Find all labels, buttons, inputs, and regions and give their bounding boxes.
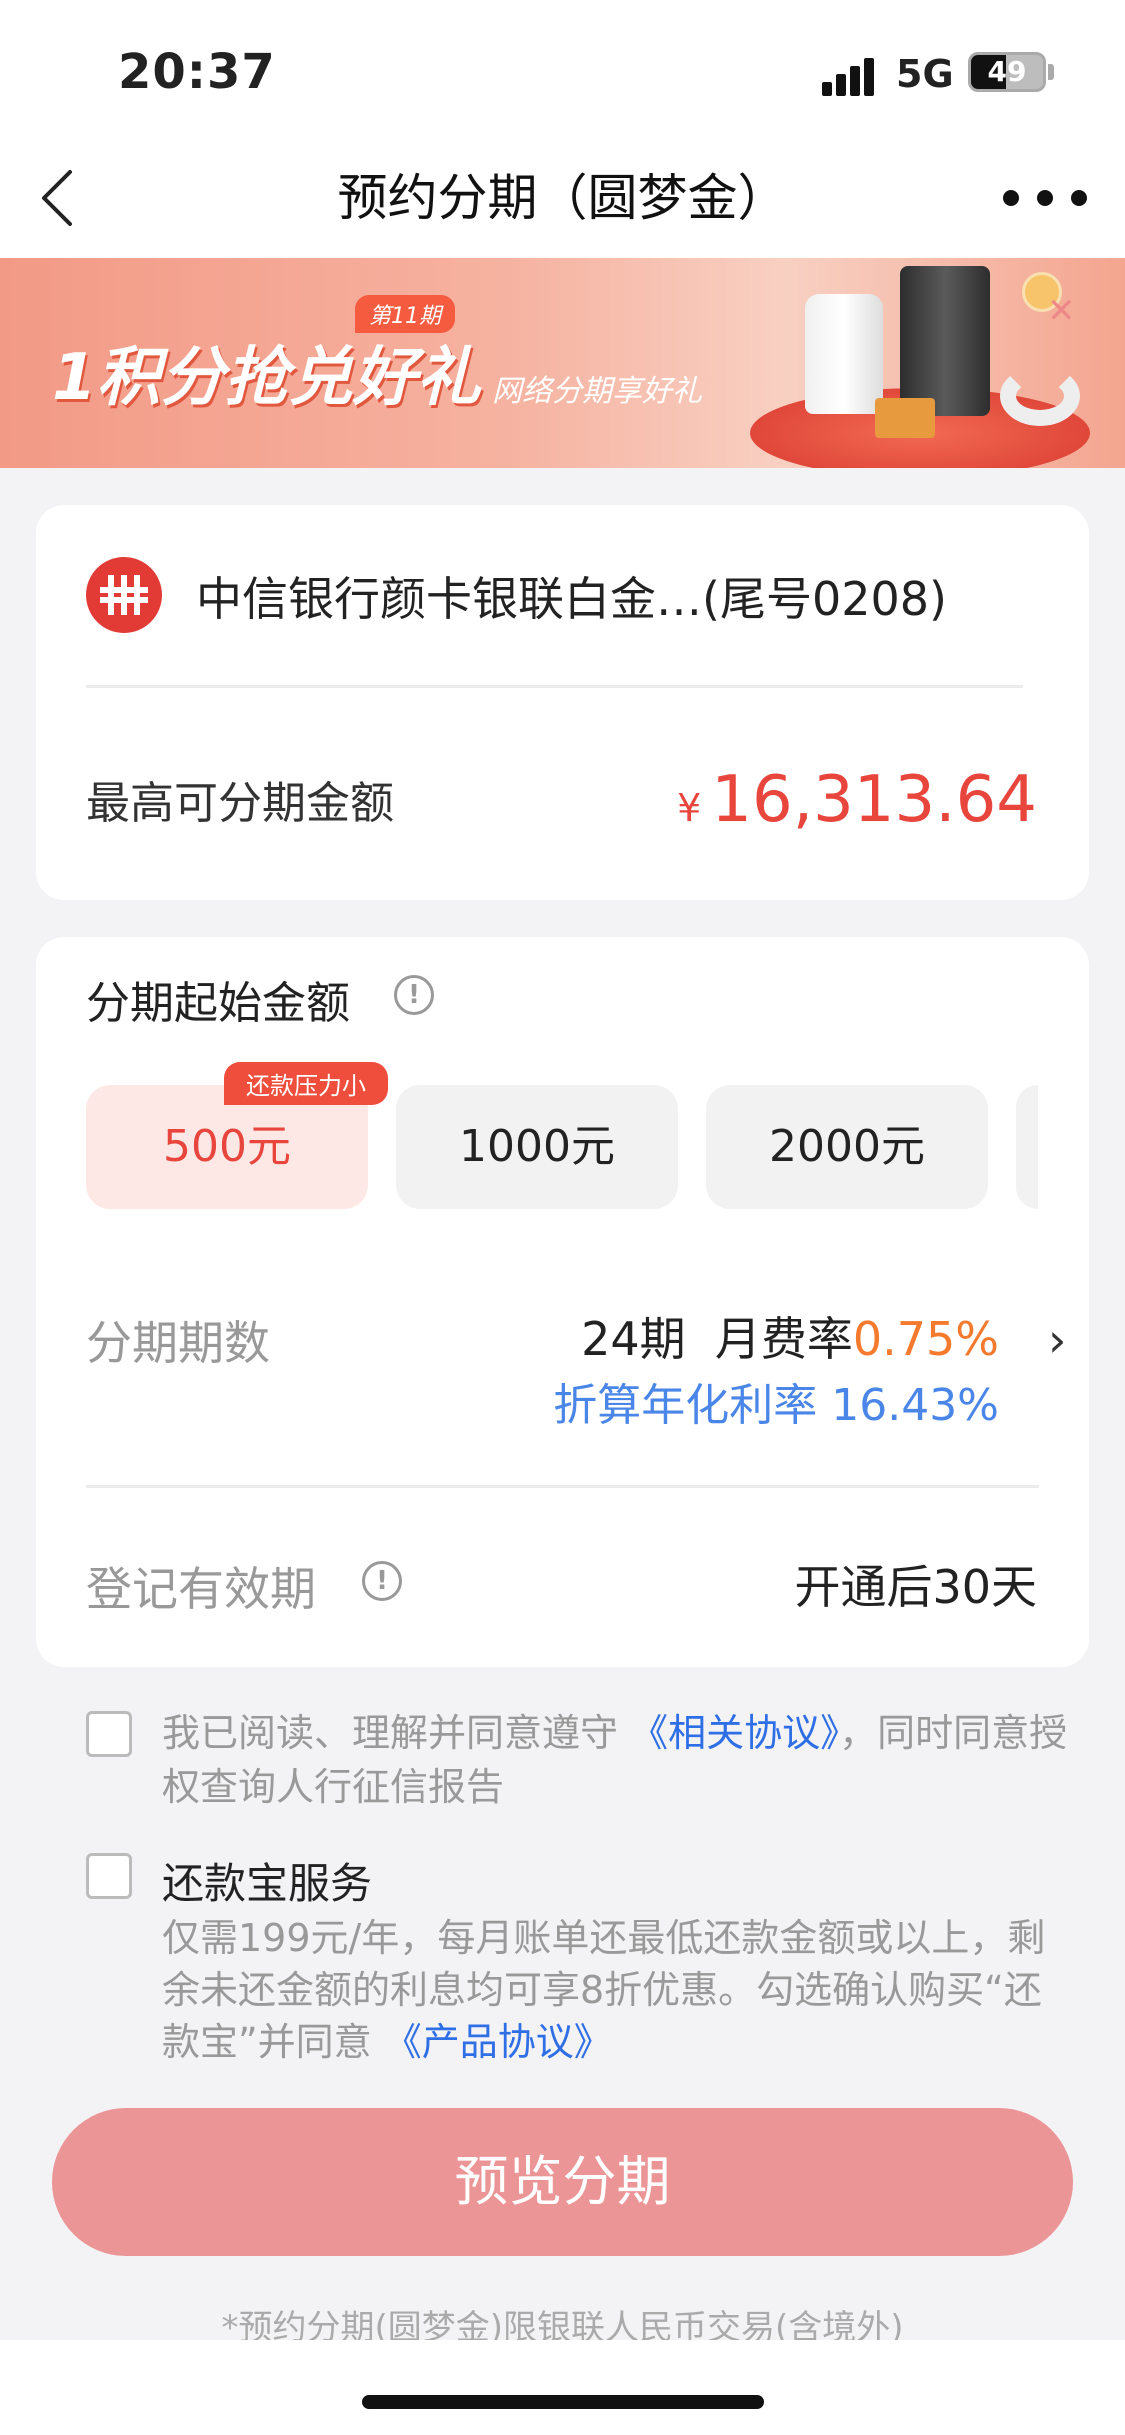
gift-box-image (875, 398, 935, 438)
amount-option-2000[interactable]: 2000元 (706, 1085, 988, 1209)
start-amount-label: 分期起始金额 (86, 978, 350, 1029)
status-time: 20:37 (118, 44, 276, 100)
page-title: 预约分期（圆梦金） (337, 169, 788, 227)
nav-bar: 预约分期（圆梦金） (0, 140, 1125, 258)
agreement-link[interactable]: 《相关协议》 (630, 1711, 839, 1755)
repay-service-checkbox[interactable] (86, 1853, 132, 1899)
repay-service-desc: 仅需199元/年，每月账单还最低还款金额或以上，剩余未还金额的利息均可享8折优惠… (162, 1912, 1072, 2068)
home-indicator-area (0, 2340, 1125, 2435)
bank-card-name[interactable]: 中信银行颜卡银联白金…(尾号0208) (196, 563, 947, 629)
max-amount-label: 最高可分期金额 (86, 778, 394, 829)
validity-label: 登记有效期 (86, 1562, 316, 1616)
amount-option-more[interactable] (1016, 1085, 1038, 1209)
max-amount-value: ¥16,313.64 (677, 763, 1037, 837)
repay-service-title: 还款宝服务 (162, 1859, 373, 1908)
preview-installment-button[interactable]: 预览分期 (52, 2108, 1073, 2256)
divider (86, 685, 1023, 688)
divider (86, 1485, 1039, 1488)
more-button[interactable] (995, 178, 1095, 218)
info-icon[interactable]: ! (362, 1561, 402, 1601)
status-bar: 20:37 5G 49 (0, 0, 1125, 140)
chevron-right-icon[interactable]: › (1048, 1313, 1066, 1367)
period-value[interactable]: 24期 月费率0.75% (581, 1303, 999, 1369)
bank-logo-icon (86, 557, 162, 633)
period-count: 24期 (581, 1312, 686, 1366)
fee-label: 月费率 (714, 1312, 853, 1366)
coffee-machine-image (900, 266, 990, 416)
battery-tip (1048, 64, 1054, 80)
network-label: 5G (896, 52, 954, 96)
amount-tag-badge: 还款压力小 (224, 1062, 388, 1105)
account-card: 中信银行颜卡银联白金…(尾号0208) 最高可分期金额 ¥16,313.64 (36, 505, 1089, 900)
battery-icon: 49 (968, 52, 1046, 92)
agreement-text-before: 我已阅读、理解并同意遵守 (162, 1711, 619, 1755)
validity-value: 开通后30天 (794, 1560, 1037, 1614)
battery-level: 49 (987, 55, 1027, 88)
period-label: 分期期数 (86, 1316, 270, 1370)
fee-rate: 0.75% (852, 1312, 999, 1366)
home-indicator[interactable] (362, 2395, 764, 2409)
agreement-text: 我已阅读、理解并同意遵守 《相关协议》，同时同意授权查询人行征信报告 (162, 1706, 1072, 1814)
signal-icon (822, 56, 886, 96)
info-icon[interactable]: ! (394, 975, 434, 1015)
banner-subtitle: 网络分期享好礼 (492, 374, 702, 409)
currency-symbol: ¥ (677, 786, 702, 830)
apr-text: 折算年化利率 16.43% (553, 1380, 999, 1431)
product-agreement-link[interactable]: 《产品协议》 (384, 2020, 612, 2064)
installment-card: 分期起始金额 ! 500元 还款压力小 1000元 2000元 分期期数 24期… (36, 937, 1089, 1667)
agreement-checkbox[interactable] (86, 1711, 132, 1757)
close-icon[interactable]: ✕ (1047, 291, 1076, 331)
banner-headline: 1积分抢兑好礼 (52, 341, 481, 415)
kettle-image (805, 294, 883, 414)
max-amount-number: 16,313.64 (711, 763, 1037, 837)
promo-banner[interactable]: 第11期 1积分抢兑好礼 网络分期享好礼 ✕ (0, 258, 1125, 468)
amount-option-1000[interactable]: 1000元 (396, 1085, 678, 1209)
neck-massager-image (1000, 366, 1080, 426)
